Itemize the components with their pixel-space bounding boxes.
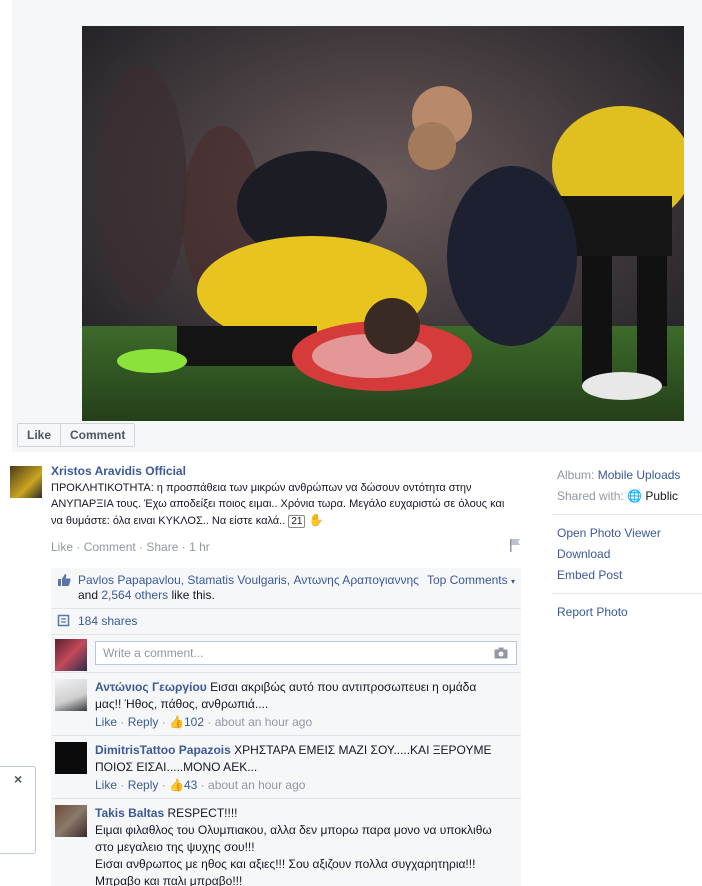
- privacy-value[interactable]: Public: [645, 489, 678, 503]
- comment-likes-count[interactable]: 👍43: [169, 778, 197, 792]
- comment-item: Αντώνιος Γεωργίου Εισαι ακριβώς αυτό που…: [51, 673, 521, 736]
- photo-image: [82, 26, 684, 421]
- photo-stage: [12, 0, 702, 452]
- report-photo-link[interactable]: Report Photo: [557, 602, 702, 623]
- caption-tag: 21: [288, 515, 306, 528]
- likes-row: Pavlos Papapavlou, Stamatis Voulgaris, Α…: [51, 568, 521, 609]
- small-thumbs-up-icon: 👍: [169, 778, 184, 792]
- write-comment-row: Write a comment...: [51, 635, 521, 673]
- comment-item: DimitrisTattoo Papazois ΧΡΗΣΤΑΡΑ ΕΜΕΙΣ Μ…: [51, 736, 521, 799]
- likers-names[interactable]: Pavlos Papapavlou, Stamatis Voulgaris, Α…: [78, 573, 419, 587]
- sidebar-divider: [552, 514, 702, 515]
- shares-row: 184 shares: [51, 609, 521, 635]
- viewer-avatar: [55, 639, 87, 671]
- comment-timestamp[interactable]: about an hour ago: [215, 715, 312, 729]
- comment-text: DimitrisTattoo Papazois ΧΡΗΣΤΑΡΑ ΕΜΕΙΣ Μ…: [95, 742, 515, 776]
- report-flag-icon[interactable]: [509, 538, 521, 552]
- photo-action-bar: Like Comment: [17, 423, 136, 447]
- commenter-avatar[interactable]: [55, 742, 87, 774]
- thumbs-up-icon: [58, 574, 71, 586]
- post-timestamp[interactable]: 1 hr: [189, 540, 210, 554]
- comment-text: Takis Baltas RESPECT!!!! Ειμαι φιλαθλος …: [95, 805, 515, 886]
- top-comments-dropdown[interactable]: Top Comments ▾: [427, 573, 515, 589]
- shares-count[interactable]: 184 shares: [78, 614, 137, 628]
- comment-likes-count[interactable]: 👍102: [169, 715, 204, 729]
- author-avatar[interactable]: [10, 466, 42, 498]
- shared-with-row: Shared with: 🌐 Public: [557, 486, 702, 507]
- commenter-name[interactable]: Takis Baltas: [95, 806, 164, 820]
- camera-icon[interactable]: [494, 647, 508, 659]
- commenter-name[interactable]: DimitrisTattoo Papazois: [95, 743, 231, 757]
- small-thumbs-up-icon: 👍: [169, 715, 184, 729]
- globe-icon: 🌐: [627, 489, 642, 503]
- feedback-panel: Pavlos Papapavlou, Stamatis Voulgaris, Α…: [51, 568, 521, 886]
- comment-line: στο μεγαλειο της ψυχης σου!!!: [95, 840, 255, 854]
- album-row: Album: Mobile Uploads: [557, 465, 702, 486]
- comment-line: Μπραβο και παλι μπραβο!!!: [95, 874, 243, 886]
- author-name[interactable]: Xristos Aravidis Official: [51, 464, 522, 478]
- post-like-link[interactable]: Like: [51, 540, 73, 554]
- post-meta: Like · Comment · Share · 1 hr: [51, 538, 521, 554]
- comment-timestamp[interactable]: about an hour ago: [208, 778, 305, 792]
- post-caption: ΠΡΟΚΛΗΤΙΚΟΤΗΤΑ: η προσπάθεια των μικρών …: [51, 480, 511, 530]
- download-link[interactable]: Download: [557, 544, 702, 565]
- post-body: Xristos Aravidis Official ΠΡΟΚΛΗΤΙΚΟΤΗΤΑ…: [10, 462, 522, 554]
- post-comment-link[interactable]: Comment: [84, 540, 136, 554]
- comment-likes-value: 43: [184, 778, 198, 792]
- comment-line: RESPECT!!!!: [167, 806, 238, 820]
- photo-sidebar: Album: Mobile Uploads Shared with: 🌐 Pub…: [552, 465, 702, 623]
- sidebar-divider: [552, 593, 702, 594]
- shared-with-label: Shared with:: [557, 489, 624, 503]
- close-icon[interactable]: ×: [14, 771, 22, 787]
- post-photo[interactable]: [82, 26, 684, 421]
- commenter-name[interactable]: Αντώνιος Γεωργίου: [95, 680, 207, 694]
- comment-likes-value: 102: [184, 715, 205, 729]
- comment-reply-link[interactable]: Reply: [128, 778, 159, 792]
- likes-and: and: [78, 588, 99, 602]
- comment-button[interactable]: Comment: [60, 424, 134, 446]
- comment-reply-link[interactable]: Reply: [128, 715, 159, 729]
- comment-like-link[interactable]: Like: [95, 778, 117, 792]
- post-share-link[interactable]: Share: [146, 540, 178, 554]
- like-button[interactable]: Like: [18, 424, 60, 446]
- share-icon: [57, 614, 70, 627]
- commenter-avatar[interactable]: [55, 679, 87, 711]
- comment-line: ΠΟΙΟΣ ΕΙΣΑΙ.....ΜΟΝΟ ΑΕΚ...: [95, 760, 258, 774]
- open-photo-viewer-link[interactable]: Open Photo Viewer: [557, 523, 702, 544]
- caption-text: ΠΡΟΚΛΗΤΙΚΟΤΗΤΑ: η προσπάθεια των μικρών …: [51, 482, 505, 527]
- likes-suffix: like this.: [171, 588, 215, 602]
- comment-line: ΧΡΗΣΤΑΡΑ ΕΜΕΙΣ ΜΑΖΙ ΣΟΥ.....ΚΑΙ ΞΕΡΟΥΜΕ: [234, 743, 492, 757]
- hand-emoji-icon: ✋: [308, 513, 324, 527]
- commenter-avatar[interactable]: [55, 805, 87, 837]
- comment-line: Εισαι ακριβώς αυτό που αντιπροσωπευει η …: [210, 680, 477, 694]
- caret-down-icon: ▾: [510, 577, 515, 586]
- post-header: Xristos Aravidis Official ΠΡΟΚΛΗΤΙΚΟΤΗΤΑ…: [10, 464, 522, 530]
- comment-like-link[interactable]: Like: [95, 715, 117, 729]
- comment-meta: Like · Reply · 👍102 · about an hour ago: [95, 715, 313, 729]
- comment-text: Αντώνιος Γεωργίου Εισαι ακριβώς αυτό που…: [95, 679, 515, 713]
- top-comments-label: Top Comments: [426, 573, 508, 587]
- album-label: Album:: [557, 468, 595, 482]
- comment-item: Takis Baltas RESPECT!!!! Ειμαι φιλαθλος …: [51, 799, 521, 886]
- embed-post-link[interactable]: Embed Post: [557, 565, 702, 586]
- comment-line: μας!! Ήθος, πάθος, ανθρωπιά....: [95, 697, 269, 711]
- chat-side-tab[interactable]: ×: [0, 766, 36, 854]
- comment-line: Εισαι ανθρωπος με ηθος και αξιες!!! Σου …: [95, 857, 476, 871]
- comment-line: Ειμαι φιλαθλος του Ολυμπιακου, αλλα δεν …: [95, 823, 492, 837]
- comment-meta: Like · Reply · 👍43 · about an hour ago: [95, 778, 306, 792]
- write-comment-input[interactable]: Write a comment...: [95, 641, 517, 665]
- likes-others-link[interactable]: 2,564 others: [101, 588, 168, 602]
- album-link[interactable]: Mobile Uploads: [598, 468, 681, 482]
